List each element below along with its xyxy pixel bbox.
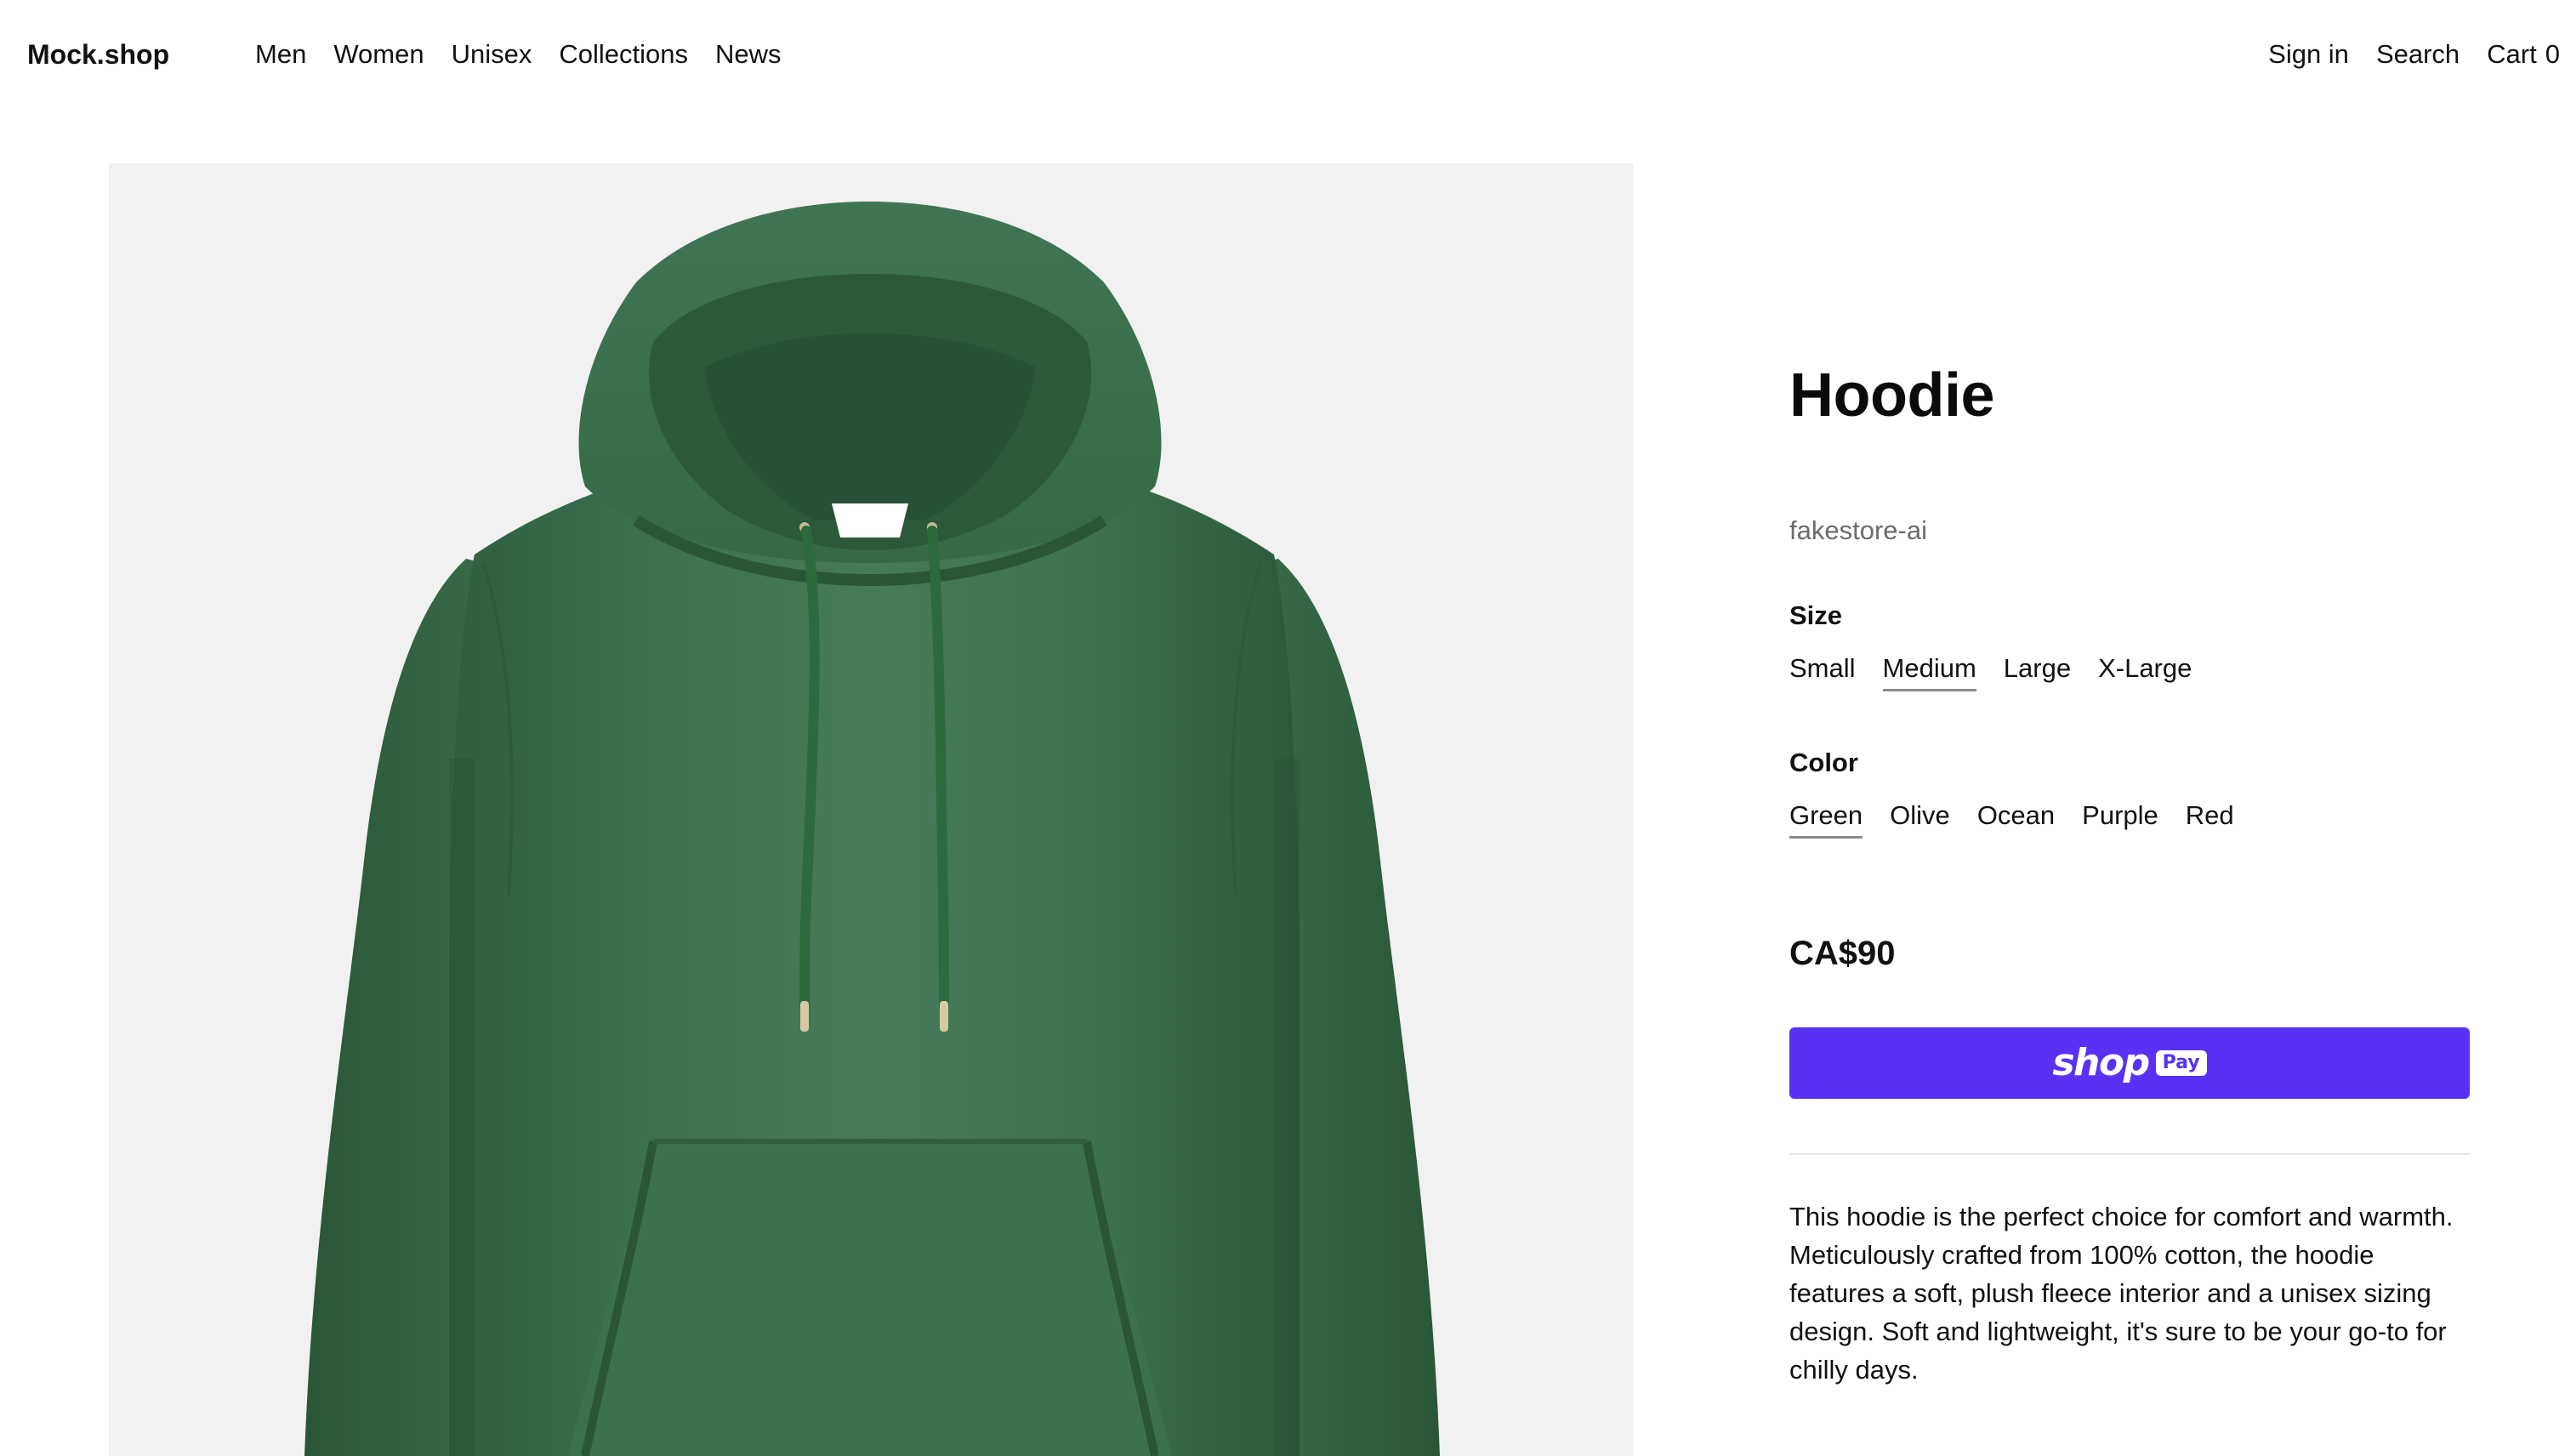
color-option-green[interactable]: Green (1789, 799, 1863, 839)
shop-pay-logo-text: shop (2052, 1041, 2150, 1084)
nav-link-collections[interactable]: Collections (559, 36, 688, 73)
nav-link-unisex[interactable]: Unisex (452, 36, 532, 73)
divider (1789, 1153, 2470, 1155)
brand-logo-link[interactable]: Mock.shop (27, 36, 169, 73)
size-option-x-large[interactable]: X-Large (2098, 651, 2192, 691)
account-nav: Sign in Search Cart 0 (2268, 36, 2565, 73)
color-option-group: Color Green Olive Ocean Purple Red (1789, 746, 2470, 839)
color-label: Color (1789, 748, 1858, 777)
size-options: Small Medium Large X-Large (1789, 651, 2470, 691)
color-option-purple[interactable]: Purple (2082, 799, 2158, 839)
product-image (109, 163, 1633, 1456)
color-option-olive[interactable]: Olive (1890, 799, 1950, 839)
nav-link-news[interactable]: News (715, 36, 782, 73)
shop-pay-badge: Pay (2155, 1050, 2207, 1076)
color-option-red[interactable]: Red (2186, 799, 2234, 839)
nav-link-women[interactable]: Women (333, 36, 424, 73)
nav-link-men[interactable]: Men (255, 36, 306, 73)
size-option-small[interactable]: Small (1789, 651, 1856, 691)
shop-pay-button[interactable]: shop Pay (1789, 1027, 2470, 1099)
hoodie-illustration (304, 202, 1440, 1456)
product-price: CA$90 (1789, 935, 1896, 972)
cart-label: Cart (2487, 39, 2537, 69)
cart-count: 0 (2545, 39, 2560, 69)
color-option-ocean[interactable]: Ocean (1977, 799, 2055, 839)
front-pocket (568, 1141, 1172, 1456)
search-link[interactable]: Search (2376, 36, 2460, 73)
size-option-medium[interactable]: Medium (1882, 651, 1976, 691)
product-vendor: fakestore-ai (1789, 515, 1927, 545)
sign-in-link[interactable]: Sign in (2268, 36, 2349, 73)
cart-link[interactable]: Cart 0 (2487, 36, 2560, 73)
main-nav: Men Women Unisex Collections News (255, 36, 781, 73)
site-header: Mock.shop Men Women Unisex Collections N… (0, 0, 2565, 111)
size-option-group: Size Small Medium Large X-Large (1789, 599, 2470, 691)
product-description: This hoodie is the perfect choice for co… (1789, 1202, 2454, 1385)
product-info: Hoodie fakestore-ai Size Small Medium La… (1789, 357, 2470, 1415)
size-label: Size (1789, 600, 1843, 630)
neck-label (832, 503, 908, 537)
color-options: Green Olive Ocean Purple Red (1789, 799, 2470, 839)
size-option-large[interactable]: Large (2004, 651, 2071, 691)
product-title: Hoodie (1789, 361, 1994, 429)
